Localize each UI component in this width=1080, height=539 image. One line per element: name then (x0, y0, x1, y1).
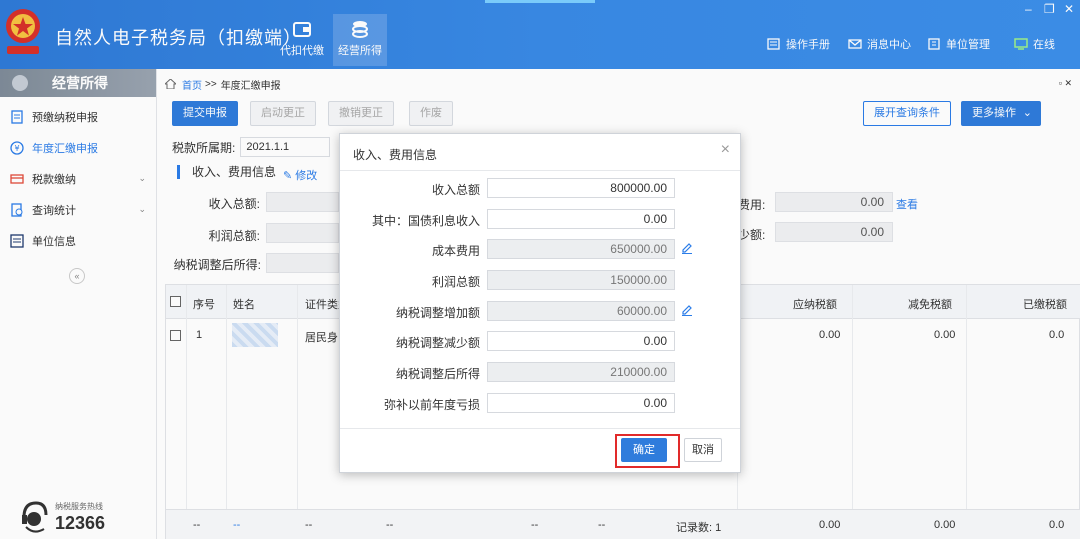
profit-total-input: 150000.00 (487, 270, 675, 290)
income-expense-dialog: 收入、费用信息 × 收入总额 800000.00 其中：国债利息收入 0.00 … (339, 133, 741, 473)
field-label-bond-interest: 其中：国债利息收入 (371, 214, 480, 228)
cancel-button[interactable]: 取消 (684, 438, 722, 462)
loss-offset-input[interactable]: 0.00 (487, 393, 675, 413)
cost-expense-input: 650000.00 (487, 239, 675, 259)
close-icon[interactable]: × (721, 141, 730, 159)
dialog-footer-divider (340, 428, 740, 429)
edit-pencil-icon[interactable] (681, 242, 693, 254)
adjust-decrease-input[interactable]: 0.00 (487, 331, 675, 351)
dialog-divider (340, 170, 740, 171)
confirm-button[interactable]: 确定 (621, 438, 667, 462)
field-label-cost: 成本费用 (431, 244, 480, 258)
income-total-input[interactable]: 800000.00 (487, 178, 675, 198)
field-label-loss-offset: 弥补以前年度亏损 (383, 398, 480, 412)
field-label-adjust-increase: 纳税调整增加额 (395, 306, 480, 320)
field-label-profit: 利润总额 (431, 275, 480, 289)
adjusted-income-input: 210000.00 (487, 362, 675, 382)
field-label-income: 收入总额 (431, 183, 480, 197)
field-label-adjust-decrease: 纳税调整减少额 (395, 336, 480, 350)
field-label-adjusted-income: 纳税调整后所得 (395, 367, 480, 381)
bond-interest-input[interactable]: 0.00 (487, 209, 675, 229)
dialog-title: 收入、费用信息 (353, 148, 438, 162)
adjust-increase-input: 60000.00 (487, 301, 675, 321)
edit-pencil-icon[interactable] (681, 304, 693, 316)
